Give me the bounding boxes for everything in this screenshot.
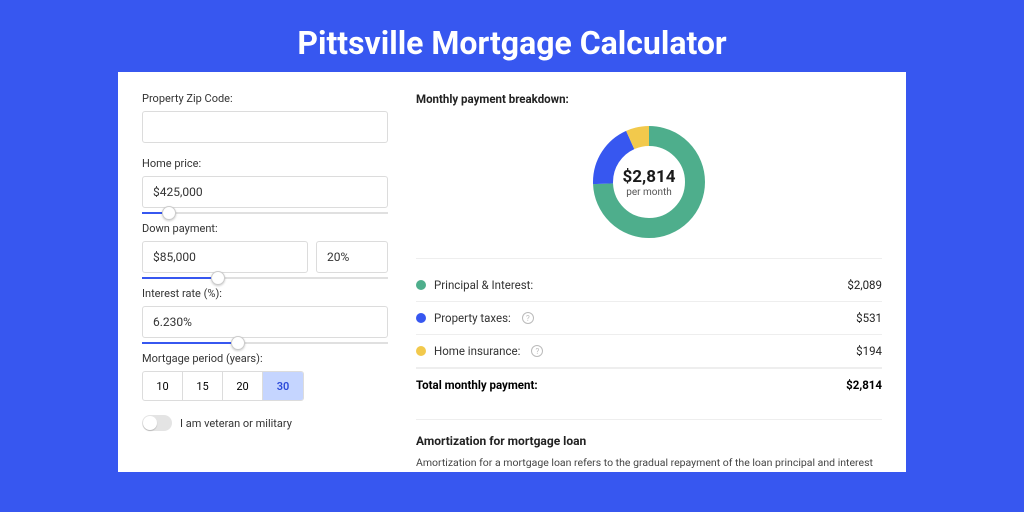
zip-input[interactable] [142,111,388,143]
results-panel: Monthly payment breakdown: $2,814 per mo… [416,92,882,472]
amortization-text: Amortization for a mortgage loan refers … [416,456,882,472]
zip-label: Property Zip Code: [142,92,388,105]
down-slider[interactable] [142,277,388,279]
period-10[interactable]: 10 [143,372,183,400]
period-group: Mortgage period (years): 10 15 20 30 [142,352,388,401]
total-line: Total monthly payment: $2,814 [416,368,882,401]
line-taxes-label: Property taxes: [434,311,511,325]
down-group: Down payment: [142,222,388,273]
rate-input[interactable] [142,306,388,338]
info-icon[interactable]: ? [531,345,543,357]
period-20[interactable]: 20 [223,372,263,400]
donut-amount: $2,814 [623,167,676,187]
line-taxes: Property taxes:? $531 [416,302,882,335]
line-principal-label: Principal & Interest: [434,278,533,292]
rate-label: Interest rate (%): [142,287,388,300]
calculator-card: Property Zip Code: Home price: Down paym… [118,72,906,472]
rate-slider[interactable] [142,342,388,344]
down-label: Down payment: [142,222,388,235]
down-amount-input[interactable] [142,241,308,273]
card-accent: Property Zip Code: Home price: Down paym… [118,72,906,472]
line-taxes-value: $531 [856,311,882,325]
total-label: Total monthly payment: [416,378,538,392]
price-group: Home price: [142,157,388,208]
page-title: Pittsville Mortgage Calculator [0,0,1024,72]
amortization-section: Amortization for mortgage loan Amortizat… [416,419,882,472]
dot-taxes [416,313,426,323]
line-principal: Principal & Interest: $2,089 [416,269,882,302]
dot-insurance [416,346,426,356]
rate-group: Interest rate (%): [142,287,388,338]
price-slider[interactable] [142,212,388,214]
veteran-row: I am veteran or military [142,415,388,431]
total-value: $2,814 [846,378,882,392]
veteran-label: I am veteran or military [180,417,292,430]
period-options: 10 15 20 30 [142,371,304,401]
period-label: Mortgage period (years): [142,352,388,365]
line-insurance: Home insurance:? $194 [416,335,882,368]
price-label: Home price: [142,157,388,170]
veteran-toggle[interactable] [142,415,172,431]
dot-principal [416,280,426,290]
period-30[interactable]: 30 [263,372,303,400]
line-principal-value: $2,089 [847,278,882,292]
info-icon[interactable]: ? [522,312,534,324]
zip-group: Property Zip Code: [142,92,388,143]
inputs-panel: Property Zip Code: Home price: Down paym… [142,92,388,472]
breakdown-list: Principal & Interest: $2,089 Property ta… [416,258,882,401]
line-insurance-label: Home insurance: [434,344,520,358]
price-input[interactable] [142,176,388,208]
line-insurance-value: $194 [856,344,882,358]
down-pct-input[interactable] [316,241,388,273]
period-15[interactable]: 15 [183,372,223,400]
amortization-heading: Amortization for mortgage loan [416,434,882,448]
donut-center: $2,814 per month [589,122,709,242]
donut-wrap: $2,814 per month [416,116,882,258]
donut-chart: $2,814 per month [589,122,709,242]
breakdown-heading: Monthly payment breakdown: [416,92,882,106]
donut-sub: per month [626,187,672,198]
